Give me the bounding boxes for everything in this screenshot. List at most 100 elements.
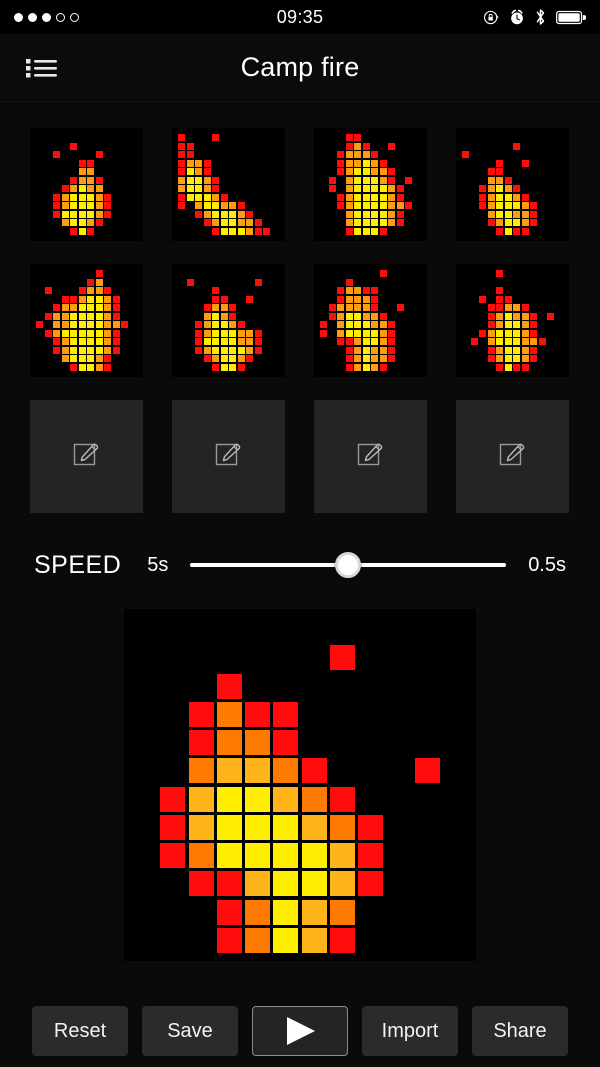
pixel-cell xyxy=(379,202,387,210)
pixel-cell xyxy=(379,185,387,193)
pixel-cell xyxy=(61,219,69,227)
status-bar: 09:35 xyxy=(0,0,600,34)
pixel-cell xyxy=(203,202,211,210)
pixel-editor-canvas[interactable] xyxy=(124,609,476,961)
pixel-cell xyxy=(188,701,214,727)
pixel-cell xyxy=(345,219,353,227)
pixel-cell xyxy=(78,355,86,363)
pixel-cell xyxy=(220,329,228,337)
pixel-cell xyxy=(245,843,271,869)
pixel-cell xyxy=(521,219,529,227)
save-button[interactable]: Save xyxy=(142,1006,238,1056)
pixel-cell xyxy=(345,202,353,210)
pixel-cell xyxy=(104,355,112,363)
frame-thumbnail[interactable] xyxy=(314,264,427,377)
speed-control: SPEED 5s 0.5s xyxy=(0,543,600,587)
frame-thumbnail[interactable] xyxy=(456,264,569,377)
pixel-cell xyxy=(513,363,521,371)
pixel-cell xyxy=(329,871,355,897)
pixel-cell xyxy=(301,843,327,869)
pixel-cell xyxy=(301,871,327,897)
pixel-cell xyxy=(229,312,237,320)
pixel-cell xyxy=(362,363,370,371)
pixel-cell xyxy=(273,786,299,812)
pixel-cell xyxy=(379,168,387,176)
pixel-cell xyxy=(70,355,78,363)
import-button[interactable]: Import xyxy=(362,1006,458,1056)
app-root: 09:35 Camp fire SPEED 5s 0.5s Reset Save… xyxy=(0,0,600,1067)
frame-thumbnail[interactable] xyxy=(172,264,285,377)
pixel-cell xyxy=(345,355,353,363)
pixel-cell xyxy=(220,202,228,210)
pixel-cell xyxy=(237,219,245,227)
pixel-cell xyxy=(53,210,61,218)
frame-thumbnail[interactable] xyxy=(30,264,143,377)
pixel-cell xyxy=(371,168,379,176)
pixel-cell xyxy=(479,329,487,337)
pixel-cell xyxy=(112,321,120,329)
pixel-cell xyxy=(329,786,355,812)
signal-dot-5 xyxy=(70,12,79,22)
speed-slider[interactable] xyxy=(190,550,507,580)
empty-frame-slot[interactable] xyxy=(314,400,427,513)
frame-thumbnail[interactable] xyxy=(30,128,143,241)
pixel-cell xyxy=(195,321,203,329)
pixel-cell xyxy=(220,295,228,303)
pixel-cell xyxy=(212,287,220,295)
pixel-cell xyxy=(220,312,228,320)
list-menu-icon[interactable] xyxy=(20,46,64,90)
frame-thumbnail[interactable] xyxy=(314,128,427,241)
reset-button[interactable]: Reset xyxy=(32,1006,128,1056)
play-button[interactable] xyxy=(252,1006,348,1056)
pixel-cell xyxy=(53,321,61,329)
pixel-cell xyxy=(362,338,370,346)
pixel-cell xyxy=(220,346,228,354)
pixel-cell xyxy=(329,927,355,953)
pixel-cell xyxy=(178,202,186,210)
pixel-cell xyxy=(254,338,262,346)
pixel-cell xyxy=(354,176,362,184)
share-button[interactable]: Share xyxy=(472,1006,568,1056)
pixel-cell xyxy=(530,346,538,354)
pixel-cell xyxy=(379,219,387,227)
pixel-cell xyxy=(104,287,112,295)
frame-thumbnail[interactable] xyxy=(172,128,285,241)
pixel-cell xyxy=(188,758,214,784)
pixel-cell xyxy=(320,321,328,329)
pixel-cell xyxy=(487,321,495,329)
pixel-cell xyxy=(371,295,379,303)
pixel-cell xyxy=(337,321,345,329)
pixel-cell xyxy=(186,159,194,167)
pixel-cell xyxy=(53,193,61,201)
pixel-cell xyxy=(345,227,353,235)
speed-slider-thumb[interactable] xyxy=(335,552,362,578)
pixel-cell xyxy=(396,219,404,227)
pixel-cell xyxy=(245,899,271,925)
pixel-cell xyxy=(44,312,52,320)
empty-frame-slot[interactable] xyxy=(456,400,569,513)
pixel-cell xyxy=(203,193,211,201)
pixel-cell xyxy=(371,346,379,354)
pixel-cell xyxy=(212,346,220,354)
pixel-cell xyxy=(95,151,103,159)
empty-frame-slot[interactable] xyxy=(30,400,143,513)
pixel-cell xyxy=(61,202,69,210)
pixel-cell xyxy=(195,202,203,210)
frame-thumbnail[interactable] xyxy=(456,128,569,241)
pixel-cell xyxy=(513,355,521,363)
edit-pencil-square-icon xyxy=(356,439,386,474)
pixel-cell xyxy=(212,227,220,235)
empty-frame-slot[interactable] xyxy=(172,400,285,513)
pixel-cell xyxy=(53,151,61,159)
pixel-cell xyxy=(212,202,220,210)
signal-dot-2 xyxy=(28,12,37,22)
pixel-cell xyxy=(87,278,95,286)
pixel-cell xyxy=(229,346,237,354)
pixel-cell xyxy=(379,210,387,218)
speed-max-label: 0.5s xyxy=(528,553,566,576)
edit-pencil-square-icon xyxy=(214,439,244,474)
pixel-cell xyxy=(405,202,413,210)
pixel-cell xyxy=(388,210,396,218)
pixel-cell xyxy=(229,355,237,363)
pixel-cell xyxy=(95,355,103,363)
